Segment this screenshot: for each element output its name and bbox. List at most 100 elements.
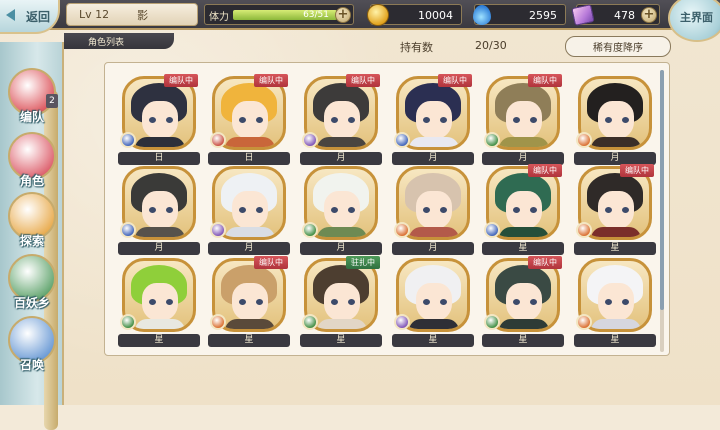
character-card[interactable]: 月: [574, 76, 656, 166]
portrait-eye: [239, 207, 246, 213]
sort-button[interactable]: 稀有度降序: [565, 36, 671, 57]
water-amount: 2595: [529, 9, 557, 22]
portrait-body: [409, 137, 459, 147]
portrait-eye: [440, 117, 447, 123]
element-icon: [394, 222, 410, 238]
portrait-eye: [530, 207, 537, 213]
status-badge: 编队中: [254, 256, 288, 269]
gem-counter: 478 +: [571, 4, 660, 26]
character-card[interactable]: 月: [300, 166, 382, 256]
element-icon: [210, 132, 226, 148]
character-card[interactable]: 驻扎中星: [300, 256, 382, 348]
coin-icon: [367, 4, 389, 26]
gem-amount: 478: [614, 9, 635, 22]
character-card[interactable]: 编队中月: [300, 74, 382, 166]
sidebar-item-5[interactable]: 召唤: [4, 316, 60, 376]
portrait-body: [135, 227, 185, 237]
portrait-eye: [149, 299, 156, 305]
sidebar-item-label: 探索: [19, 234, 44, 248]
character-card[interactable]: 编队中日: [118, 74, 200, 166]
character-card[interactable]: 编队中月: [392, 74, 474, 166]
portrait-eye: [256, 117, 263, 123]
element-icon: [302, 314, 318, 330]
scrollbar-thumb[interactable]: [660, 70, 664, 310]
main-screen-label: 主界面: [680, 11, 713, 24]
portrait-body: [225, 137, 275, 147]
sidebar-item-4[interactable]: 百妖乡: [4, 254, 60, 314]
portrait-eye: [348, 207, 355, 213]
element-icon: [576, 314, 592, 330]
status-badge: 编队中: [528, 74, 562, 87]
top-bar: 返回 Lv 12 影 体力 63/51 + 10004 2595 478 + 主…: [0, 0, 720, 42]
stamina-bar: 体力 63/51 +: [204, 4, 354, 25]
element-icon: [302, 132, 318, 148]
portrait-eye: [423, 117, 430, 123]
portrait-eye: [239, 299, 246, 305]
element-icon: [210, 314, 226, 330]
character-card[interactable]: 编队中星: [482, 256, 564, 348]
portrait-body: [591, 227, 641, 237]
portrait-body: [499, 137, 549, 147]
portrait-eye: [166, 207, 173, 213]
character-card[interactable]: 编队中日: [208, 74, 290, 166]
character-rank-label: 月: [300, 152, 382, 165]
back-button[interactable]: 返回: [0, 0, 60, 34]
character-card[interactable]: 编队中星: [574, 164, 656, 256]
character-card[interactable]: 月: [208, 166, 290, 256]
element-icon: [484, 314, 500, 330]
character-card[interactable]: 月: [118, 166, 200, 256]
stamina-value: 63/51: [303, 10, 329, 20]
sidebar-item-label: 角色: [19, 174, 44, 188]
portrait-eye: [513, 117, 520, 123]
sidebar-item-label: 编队: [19, 110, 44, 124]
character-card[interactable]: 月: [392, 166, 474, 256]
add-gems-button[interactable]: +: [641, 7, 657, 23]
back-label: 返回: [25, 9, 50, 24]
gem-icon: [571, 4, 595, 26]
add-stamina-button[interactable]: +: [335, 7, 351, 23]
character-rank-label: 星: [300, 334, 382, 347]
coin-counter: 10004: [367, 4, 462, 26]
player-name: 影: [137, 8, 149, 22]
portrait-eye: [440, 207, 447, 213]
character-rank-label: 星: [482, 334, 564, 347]
character-card[interactable]: 编队中星: [208, 256, 290, 348]
portrait-eye: [348, 299, 355, 305]
sidebar-item-label: 百妖乡: [13, 296, 50, 310]
water-counter: 2595: [473, 4, 566, 25]
character-rank-label: 星: [574, 334, 656, 347]
portrait-eye: [331, 117, 338, 123]
portrait-eye: [239, 117, 246, 123]
portrait-eye: [423, 299, 430, 305]
portrait-body: [409, 319, 459, 329]
character-rank-label: 星: [482, 242, 564, 255]
owned-count: 20/30: [475, 39, 507, 52]
character-rank-label: 月: [300, 242, 382, 255]
status-badge: 编队中: [528, 164, 562, 177]
sidebar-item-1[interactable]: 2 编队: [4, 68, 60, 128]
character-card[interactable]: 星: [392, 258, 474, 348]
back-arrow-icon: [6, 9, 15, 21]
portrait-eye: [166, 299, 173, 305]
sidebar-item-3[interactable]: 探索: [4, 192, 60, 252]
coin-amount: 10004: [418, 9, 453, 22]
character-card[interactable]: 星: [574, 258, 656, 348]
character-card[interactable]: 星: [118, 258, 200, 348]
player-level: Lv 12: [79, 8, 110, 21]
portrait-eye: [256, 299, 263, 305]
portrait-body: [499, 227, 549, 237]
element-icon: [576, 222, 592, 238]
portrait-eye: [166, 117, 173, 123]
portrait-eye: [622, 117, 629, 123]
panel-scrollbar[interactable]: [660, 70, 664, 352]
portrait-eye: [331, 299, 338, 305]
character-list-label: 角色列表: [88, 37, 125, 48]
portrait-body: [317, 319, 367, 329]
character-card[interactable]: 编队中星: [482, 164, 564, 256]
portrait-eye: [530, 299, 537, 305]
portrait-body: [591, 319, 641, 329]
character-card[interactable]: 编队中月: [482, 74, 564, 166]
character-rank-label: 星: [208, 334, 290, 347]
sidebar-item-2[interactable]: 角色: [4, 132, 60, 192]
portrait-eye: [513, 207, 520, 213]
